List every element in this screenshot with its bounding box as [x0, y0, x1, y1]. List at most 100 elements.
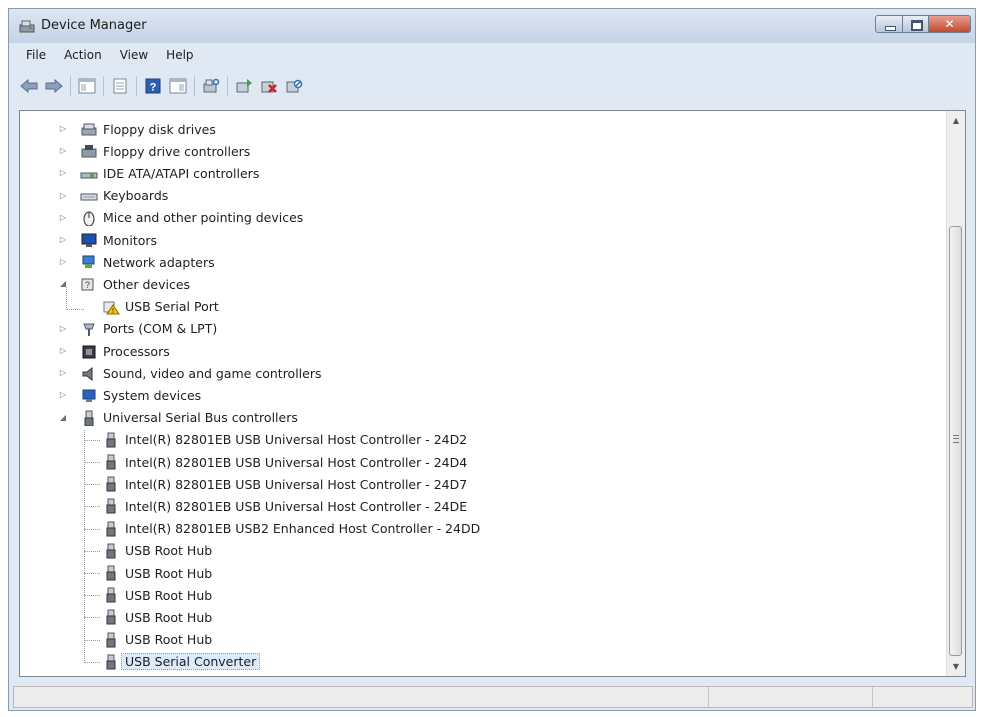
- sound-controller-icon: [80, 365, 98, 382]
- category-row[interactable]: ▷ IDE ATA/ATAPI controllers: [60, 162, 259, 184]
- toolbar: ?: [9, 71, 975, 101]
- device-item[interactable]: ! USB Serial Port: [102, 296, 219, 318]
- help-icon: ?: [145, 78, 161, 94]
- category-row[interactable]: ▷ Processors: [60, 340, 170, 362]
- properties-button[interactable]: [110, 76, 130, 96]
- expand-arrow-icon[interactable]: ▷: [58, 368, 68, 378]
- status-bar: [13, 686, 973, 708]
- toolbar-separator: [227, 76, 228, 96]
- category-row[interactable]: ▷ Monitors: [60, 229, 157, 251]
- usb-device-item[interactable]: Intel(R) 82801EB USB Universal Host Cont…: [102, 495, 467, 517]
- tree-connector: [66, 309, 84, 310]
- svg-text:!: !: [112, 308, 114, 315]
- menu-action[interactable]: Action: [55, 48, 111, 62]
- menu-file[interactable]: File: [17, 48, 55, 62]
- expand-arrow-icon[interactable]: ▷: [58, 146, 68, 156]
- usb-device-item[interactable]: USB Root Hub: [102, 584, 212, 606]
- expand-arrow-icon[interactable]: ▷: [58, 257, 68, 267]
- svg-text:?: ?: [85, 280, 90, 290]
- disable-device-icon: [286, 79, 303, 93]
- device-label: Intel(R) 82801EB USB2 Enhanced Host Cont…: [125, 521, 481, 537]
- back-button[interactable]: [19, 76, 39, 96]
- scrollbar-thumb[interactable]: [949, 226, 962, 656]
- floppy-controller-icon: [80, 143, 98, 159]
- collapse-arrow-icon[interactable]: ◢: [58, 279, 68, 289]
- expand-arrow-icon[interactable]: ▷: [58, 213, 68, 223]
- category-row[interactable]: ▷ Floppy disk drives: [60, 118, 216, 140]
- category-row[interactable]: ▷ Floppy drive controllers: [60, 140, 250, 162]
- disable-device-button[interactable]: [284, 76, 304, 96]
- expand-arrow-icon[interactable]: ▷: [58, 124, 68, 134]
- scan-hardware-button[interactable]: [201, 76, 221, 96]
- expand-arrow-icon[interactable]: ▷: [58, 168, 68, 178]
- usb-device-icon: [102, 543, 120, 559]
- title-bar[interactable]: Device Manager ✕: [9, 9, 975, 43]
- minimize-button[interactable]: [875, 15, 903, 33]
- category-row[interactable]: ▷ System devices: [60, 384, 202, 406]
- mouse-icon: [80, 210, 98, 226]
- usb-device-item[interactable]: Intel(R) 82801EB USB Universal Host Cont…: [102, 473, 467, 495]
- scroll-down-arrow-icon: ▼: [952, 662, 960, 671]
- category-label: Mice and other pointing devices: [103, 210, 304, 226]
- category-row[interactable]: ▷ Sound, video and game controllers: [60, 362, 322, 384]
- device-tree: ▷ Floppy disk drives ▷ Floppy drive control…: [20, 111, 947, 676]
- usb-device-item[interactable]: Intel(R) 82801EB USB Universal Host Cont…: [102, 429, 467, 451]
- close-button[interactable]: ✕: [929, 15, 971, 33]
- menu-bar: File Action View Help: [9, 43, 975, 67]
- ide-controller-icon: [80, 165, 98, 181]
- update-driver-button[interactable]: [234, 76, 254, 96]
- grip-icon: [953, 435, 959, 443]
- usb-device-icon: [102, 587, 120, 603]
- show-hide-console-tree-icon: [78, 78, 96, 94]
- uninstall-device-button[interactable]: [259, 76, 279, 96]
- show-action-pane-button[interactable]: [168, 76, 188, 96]
- category-label: System devices: [103, 387, 202, 403]
- tree-connector: [84, 506, 100, 508]
- tree-connector: [84, 462, 100, 463]
- category-label: Other devices: [103, 276, 191, 292]
- status-pane: [708, 687, 709, 707]
- usb-device-item[interactable]: USB Root Hub: [102, 540, 212, 562]
- status-pane: [872, 687, 873, 707]
- help-button[interactable]: ?: [143, 76, 163, 96]
- usb-device-item[interactable]: Intel(R) 82801EB USB2 Enhanced Host Cont…: [102, 518, 480, 540]
- usb-device-icon: [102, 498, 120, 514]
- menu-view[interactable]: View: [111, 48, 157, 62]
- usb-device-item[interactable]: USB Root Hub: [102, 629, 212, 651]
- system-devices-icon: [80, 387, 98, 403]
- category-row[interactable]: ▷ Mice and other pointing devices: [60, 207, 304, 229]
- expand-arrow-icon[interactable]: ▷: [58, 346, 68, 356]
- scroll-up-button[interactable]: ▲: [947, 112, 965, 129]
- category-row[interactable]: ▷ Network adapters: [60, 251, 215, 273]
- vertical-scrollbar[interactable]: ▲ ▼: [946, 111, 965, 676]
- window-controls: ✕: [875, 15, 971, 33]
- usb-device-icon: [102, 632, 120, 648]
- expand-arrow-icon[interactable]: ▷: [58, 324, 68, 334]
- menu-help[interactable]: Help: [157, 48, 202, 62]
- maximize-button[interactable]: [903, 15, 929, 33]
- device-label: USB Root Hub: [125, 565, 213, 581]
- show-hide-console-tree-button[interactable]: [77, 76, 97, 96]
- device-tree-pane: ▷ Floppy disk drives ▷ Floppy drive control…: [19, 110, 966, 677]
- expand-arrow-icon[interactable]: ▷: [58, 390, 68, 400]
- collapse-arrow-icon[interactable]: ◢: [58, 413, 68, 423]
- expand-arrow-icon[interactable]: ▷: [58, 191, 68, 201]
- device-label: USB Root Hub: [125, 587, 213, 603]
- toolbar-separator: [103, 76, 104, 96]
- usb-device-item[interactable]: Intel(R) 82801EB USB Universal Host Cont…: [102, 451, 467, 473]
- category-row[interactable]: ▷ Keyboards: [60, 185, 168, 207]
- expand-arrow-icon[interactable]: ▷: [58, 235, 68, 245]
- back-arrow-icon: [20, 79, 38, 93]
- category-row[interactable]: ◢ Universal Serial Bus controllers: [60, 407, 298, 429]
- usb-device-item[interactable]: USB Root Hub: [102, 606, 212, 628]
- category-row[interactable]: ▷ Ports (COM & LPT): [60, 318, 218, 340]
- floppy-drive-icon: [80, 121, 98, 137]
- usb-device-item[interactable]: USB Serial Converter: [102, 651, 261, 673]
- scan-hardware-icon: [203, 78, 220, 93]
- category-row[interactable]: ◢? Other devices: [60, 273, 191, 295]
- category-label: Ports (COM & LPT): [103, 321, 218, 337]
- toolbar-separator: [70, 76, 71, 96]
- scroll-down-button[interactable]: ▼: [947, 658, 965, 675]
- usb-device-item[interactable]: USB Root Hub: [102, 562, 212, 584]
- forward-button[interactable]: [44, 76, 64, 96]
